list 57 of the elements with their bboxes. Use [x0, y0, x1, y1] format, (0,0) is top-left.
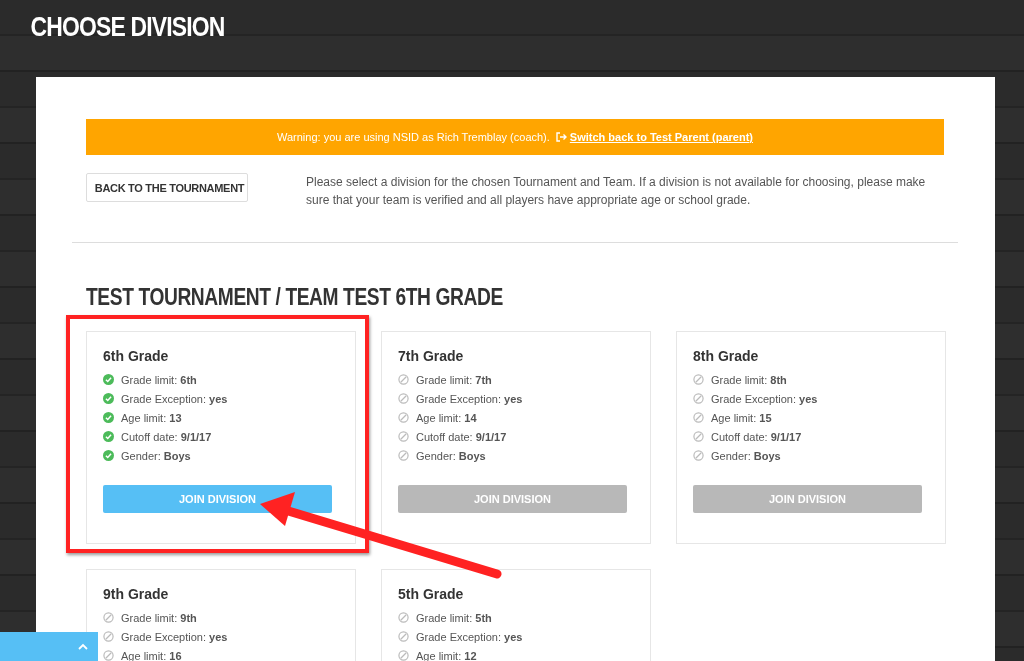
criterion-text: Gender: Boys: [711, 449, 781, 462]
criterion-text: Age limit: 12: [416, 649, 477, 661]
criterion-text: Age limit: 16: [121, 649, 182, 661]
criterion-text: Grade Exception: yes: [121, 630, 228, 643]
criterion-text: Grade Exception: yes: [416, 392, 523, 405]
instructions-text: Please select a division for the chosen Tournament and Team. If a division is not available for choosing, please make sure that your team is verified and all players have appropriate age or school grade.: [306, 174, 927, 209]
criterion-text: Age limit: 13: [121, 411, 182, 424]
division-title: 5th Grade: [398, 586, 465, 602]
prohibited-icon: [398, 431, 409, 442]
prohibited-icon: [693, 374, 704, 385]
back-button[interactable]: BACK TO THE TOURNAMENT: [86, 173, 248, 202]
prohibited-icon: [103, 650, 114, 661]
prohibited-icon: [398, 612, 409, 623]
criterion-text: Cutoff date: 9/1/17: [416, 430, 507, 443]
criterion-text: Gender: Boys: [416, 449, 486, 462]
switch-back-link[interactable]: Switch back to Test Parent (parent): [555, 131, 753, 143]
criterion-text: Age limit: 14: [416, 411, 477, 424]
prohibited-icon: [693, 450, 704, 461]
check-circle-icon: [103, 412, 114, 423]
prohibited-icon: [398, 393, 409, 404]
join-division-button[interactable]: JOIN DIVISION: [103, 485, 332, 513]
prohibited-icon: [398, 450, 409, 461]
division-title: 7th Grade: [398, 348, 465, 364]
criterion-text: Grade Exception: yes: [416, 630, 523, 643]
prohibited-icon: [693, 412, 704, 423]
criterion-text: Grade limit: 9th: [121, 611, 197, 624]
check-circle-icon: [103, 431, 114, 442]
criterion-text: Grade Exception: yes: [711, 392, 818, 405]
prohibited-icon: [103, 631, 114, 642]
criterion-text: Grade limit: 6th: [121, 373, 197, 386]
prohibited-icon: [398, 374, 409, 385]
criterion-text: Grade limit: 8th: [711, 373, 787, 386]
page-title: CHOOSE DIVISION: [29, 11, 226, 44]
criterion-text: Gender: Boys: [121, 449, 191, 462]
criterion-text: Grade limit: 7th: [416, 373, 492, 386]
criterion-text: Age limit: 15: [711, 411, 772, 424]
prohibited-icon: [398, 412, 409, 423]
division-title: 6th Grade: [103, 348, 170, 364]
scroll-top-button[interactable]: [0, 632, 98, 661]
criterion-text: Grade limit: 5th: [416, 611, 492, 624]
prohibited-icon: [693, 393, 704, 404]
check-circle-icon: [103, 393, 114, 404]
criterion-text: Cutoff date: 9/1/17: [121, 430, 212, 443]
criterion-text: Grade Exception: yes: [121, 392, 228, 405]
division-title: 9th Grade: [103, 586, 170, 602]
prohibited-icon: [103, 612, 114, 623]
division-title: 8th Grade: [693, 348, 760, 364]
criterion-text: Cutoff date: 9/1/17: [711, 430, 802, 443]
sign-out-icon: [555, 132, 567, 142]
chevron-up-icon: [78, 643, 88, 650]
prohibited-icon: [693, 431, 704, 442]
prohibited-icon: [398, 650, 409, 661]
check-circle-icon: [103, 374, 114, 385]
check-circle-icon: [103, 450, 114, 461]
section-heading: TEST TOURNAMENT / TEAM TEST 6TH GRADE: [86, 283, 504, 311]
warning-text: Warning: you are using NSID as Rich Tremblay (coach).: [276, 131, 550, 143]
prohibited-icon: [398, 631, 409, 642]
